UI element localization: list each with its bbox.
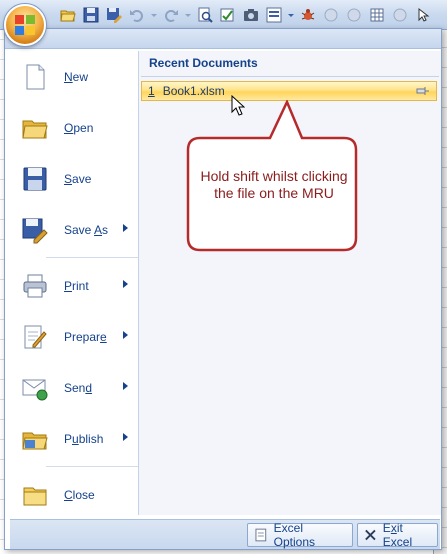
save-icon[interactable] <box>81 5 101 25</box>
menu-item-prepare[interactable]: Prepare <box>10 311 138 362</box>
spelling-icon[interactable] <box>218 5 238 25</box>
office-button[interactable] <box>4 4 46 46</box>
callout-text: Hold shift whilst clicking the file on t… <box>200 168 348 201</box>
exit-excel-label: Exit Excel <box>382 521 413 549</box>
submenu-arrow-icon <box>123 382 128 390</box>
menu-item-label: Save As <box>64 222 109 237</box>
camera-icon[interactable] <box>241 5 261 25</box>
prepare-icon <box>20 322 50 352</box>
save-as-qat-icon[interactable] <box>104 5 124 25</box>
office-menu-footer: Excel Options Exit Excel <box>10 519 440 549</box>
menu-item-label: Open <box>64 120 94 135</box>
circle-button-1-icon[interactable] <box>321 5 341 25</box>
new-document-icon <box>20 62 50 92</box>
menu-item-save[interactable]: Save <box>10 153 138 204</box>
exit-x-icon <box>365 529 376 541</box>
submenu-arrow-icon <box>123 280 128 288</box>
menu-item-label: New <box>64 69 89 84</box>
open-icon[interactable] <box>58 5 78 25</box>
save-disk-icon <box>20 164 50 194</box>
menu-item-label: Send <box>64 380 93 395</box>
menu-divider <box>46 466 138 467</box>
recent-document-name: Book1.xlsm <box>162 84 225 98</box>
form-icon[interactable] <box>264 5 284 25</box>
menu-item-close[interactable]: Close <box>10 469 138 520</box>
options-document-icon <box>255 528 267 542</box>
undo-dropdown-icon[interactable] <box>150 5 158 25</box>
menu-item-label: Save <box>64 171 92 186</box>
send-icon <box>20 373 50 403</box>
menu-item-label: Publish <box>64 431 104 446</box>
menu-item-new[interactable]: New <box>10 51 138 102</box>
close-folder-icon <box>20 480 50 510</box>
quick-access-toolbar <box>0 0 447 30</box>
menu-item-publish[interactable]: Publish <box>10 413 138 464</box>
bug-icon[interactable] <box>298 5 318 25</box>
menu-item-label: Close <box>64 487 95 502</box>
menu-item-label: Print <box>64 278 89 293</box>
grid-icon[interactable] <box>367 5 387 25</box>
submenu-arrow-icon <box>123 331 128 339</box>
open-folder-icon <box>20 113 50 143</box>
menu-item-save-as[interactable]: Save As <box>10 204 138 255</box>
menu-item-print[interactable]: Print <box>10 260 138 311</box>
excel-options-button[interactable]: Excel Options <box>247 521 353 549</box>
qat-dropdown-icon[interactable] <box>287 5 295 25</box>
select-arrow-icon[interactable] <box>413 5 433 25</box>
print-preview-icon[interactable] <box>195 5 215 25</box>
circle-button-3-icon[interactable] <box>390 5 410 25</box>
menu-item-open[interactable]: Open <box>10 102 138 153</box>
menu-divider <box>46 257 138 258</box>
printer-icon <box>20 271 50 301</box>
excel-options-label: Excel Options <box>273 521 316 549</box>
menu-item-send[interactable]: Send <box>10 362 138 413</box>
circle-button-2-icon[interactable] <box>344 5 364 25</box>
pin-icon[interactable] <box>416 85 430 97</box>
exit-excel-button[interactable]: Exit Excel <box>357 521 438 549</box>
submenu-arrow-icon <box>123 224 128 232</box>
office-menu-commands: New Open Save Save As Print Prepare Send… <box>10 51 139 515</box>
submenu-arrow-icon <box>123 433 128 441</box>
menu-item-label: Prepare <box>64 329 107 344</box>
redo-icon[interactable] <box>161 5 181 25</box>
redo-dropdown-icon[interactable] <box>184 5 192 25</box>
publish-icon <box>20 424 50 454</box>
recent-document-item[interactable]: 1 Book1.xlsm <box>141 81 437 101</box>
recent-documents-header: Recent Documents <box>141 51 439 77</box>
office-menu-top-bar <box>5 29 441 49</box>
save-as-icon <box>20 215 50 245</box>
undo-icon[interactable] <box>127 5 147 25</box>
recent-document-number: 1 <box>148 84 155 98</box>
office-logo-icon <box>15 15 35 35</box>
